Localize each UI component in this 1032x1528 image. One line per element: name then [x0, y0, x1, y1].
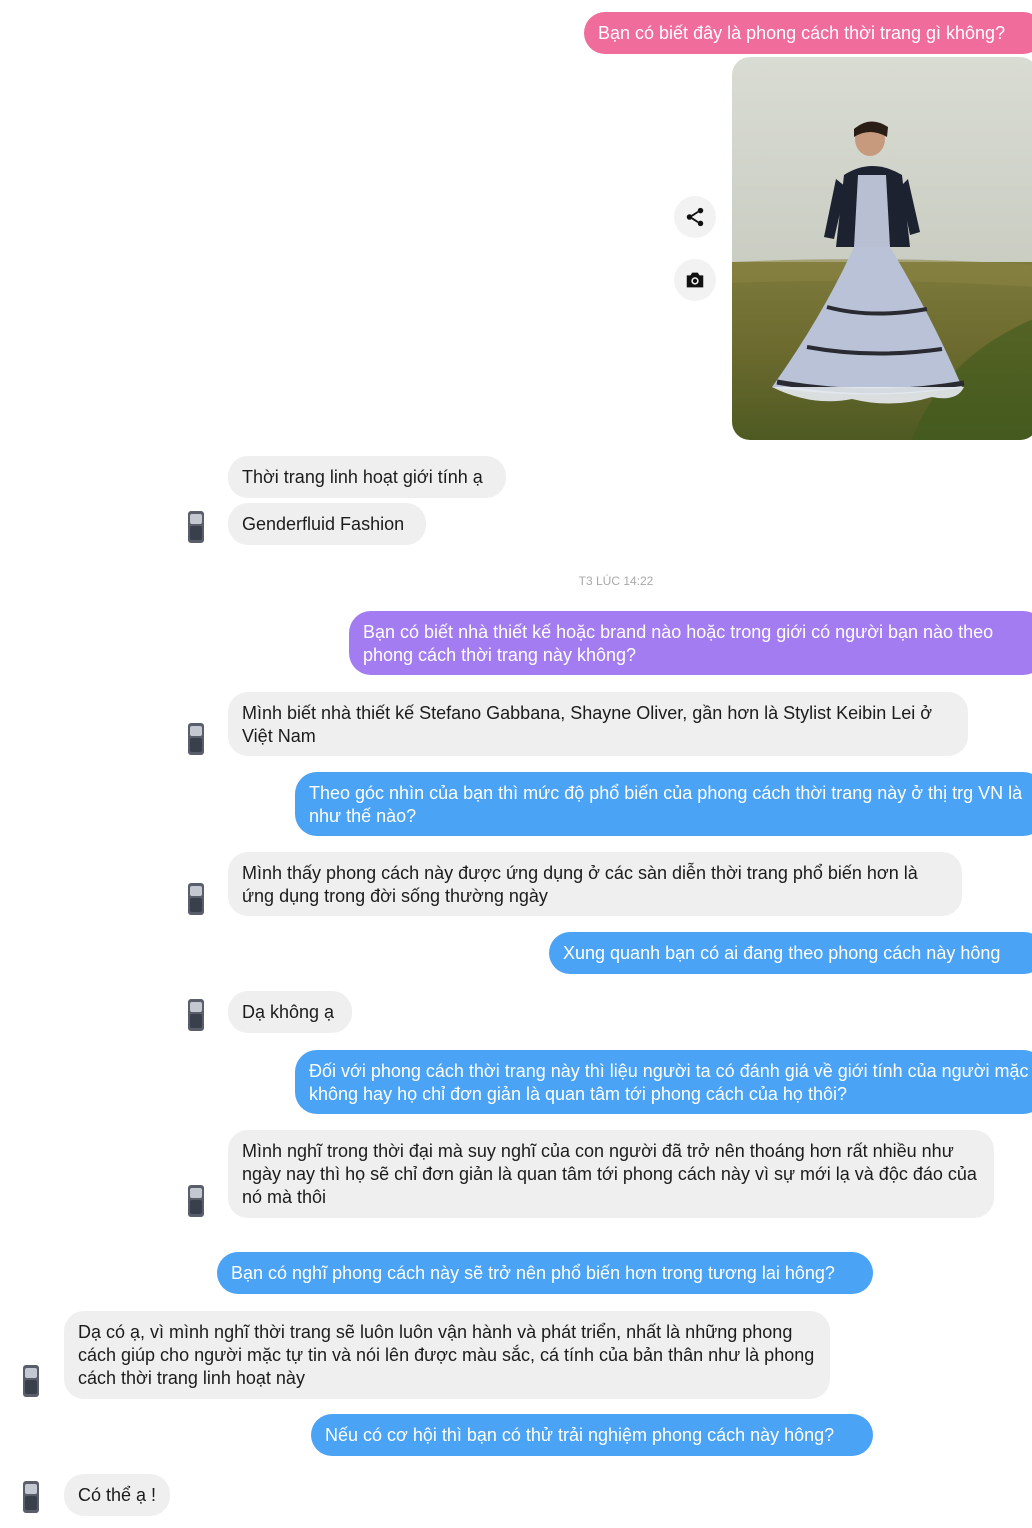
timestamp: T3 LÚC 14:22 [578, 574, 654, 588]
camera-button[interactable] [674, 259, 716, 301]
message-text: Dạ không ạ [242, 1002, 335, 1022]
avatar-icon[interactable] [20, 1364, 42, 1398]
outgoing-message-5[interactable]: Đối với phong cách thời trang này thì li… [295, 1050, 1032, 1114]
incoming-message-1a[interactable]: Thời trang linh hoạt giới tính ạ [228, 456, 506, 498]
outgoing-message-2[interactable]: Bạn có biết nhà thiết kế hoặc brand nào … [349, 611, 1032, 675]
message-text: Thời trang linh hoạt giới tính ạ [242, 467, 483, 487]
message-text: Mình thấy phong cách này được ứng dụng ở… [242, 863, 918, 906]
share-button[interactable] [674, 196, 716, 238]
message-text: Mình nghĩ trong thời đại mà suy nghĩ của… [242, 1141, 977, 1207]
message-text: Nếu có cơ hội thì bạn có thử trải nghiệm… [325, 1425, 835, 1445]
message-text: Có thể ạ ! [78, 1485, 157, 1505]
avatar-icon[interactable] [185, 882, 207, 916]
avatar-icon[interactable] [185, 722, 207, 756]
incoming-message-1b[interactable]: Genderfluid Fashion [228, 503, 426, 545]
message-text: Genderfluid Fashion [242, 514, 405, 534]
incoming-message-6[interactable]: Dạ có ạ, vì mình nghĩ thời trang sẽ luôn… [64, 1311, 830, 1399]
outgoing-message-6[interactable]: Bạn có nghĩ phong cách này sẽ trở nên ph… [217, 1252, 873, 1294]
message-text: Bạn có nghĩ phong cách này sẽ trở nên ph… [231, 1263, 835, 1283]
message-text: Bạn có biết đây là phong cách thời trang… [598, 23, 1006, 43]
avatar-icon[interactable] [185, 510, 207, 544]
message-text: Đối với phong cách thời trang này thì li… [309, 1061, 1029, 1104]
message-text: Mình biết nhà thiết kế Stefano Gabbana, … [242, 703, 933, 746]
incoming-message-4[interactable]: Dạ không ạ [228, 991, 352, 1033]
incoming-message-5[interactable]: Mình nghĩ trong thời đại mà suy nghĩ của… [228, 1130, 994, 1218]
share-icon [686, 207, 704, 227]
photo-attachment[interactable] [732, 57, 1032, 440]
incoming-message-2[interactable]: Mình biết nhà thiết kế Stefano Gabbana, … [228, 692, 968, 756]
message-text: Dạ có ạ, vì mình nghĩ thời trang sẽ luôn… [78, 1322, 815, 1388]
camera-icon [686, 272, 704, 288]
message-text: Bạn có biết nhà thiết kế hoặc brand nào … [363, 622, 994, 665]
incoming-message-7[interactable]: Có thể ạ ! [64, 1474, 170, 1516]
message-text: Theo góc nhìn của bạn thì mức độ phổ biế… [309, 783, 1023, 826]
avatar-icon[interactable] [185, 1184, 207, 1218]
message-text: Xung quanh bạn có ai đang theo phong các… [563, 943, 1001, 963]
avatar-icon[interactable] [185, 998, 207, 1032]
outgoing-message-7[interactable]: Nếu có cơ hội thì bạn có thử trải nghiệm… [311, 1414, 873, 1456]
incoming-message-3[interactable]: Mình thấy phong cách này được ứng dụng ở… [228, 852, 962, 916]
outgoing-message-1[interactable]: Bạn có biết đây là phong cách thời trang… [584, 12, 1032, 54]
avatar-icon[interactable] [20, 1480, 42, 1514]
outgoing-message-3[interactable]: Theo góc nhìn của bạn thì mức độ phổ biế… [295, 772, 1032, 836]
outgoing-message-4[interactable]: Xung quanh bạn có ai đang theo phong các… [549, 932, 1032, 974]
photo-image [732, 57, 1032, 440]
